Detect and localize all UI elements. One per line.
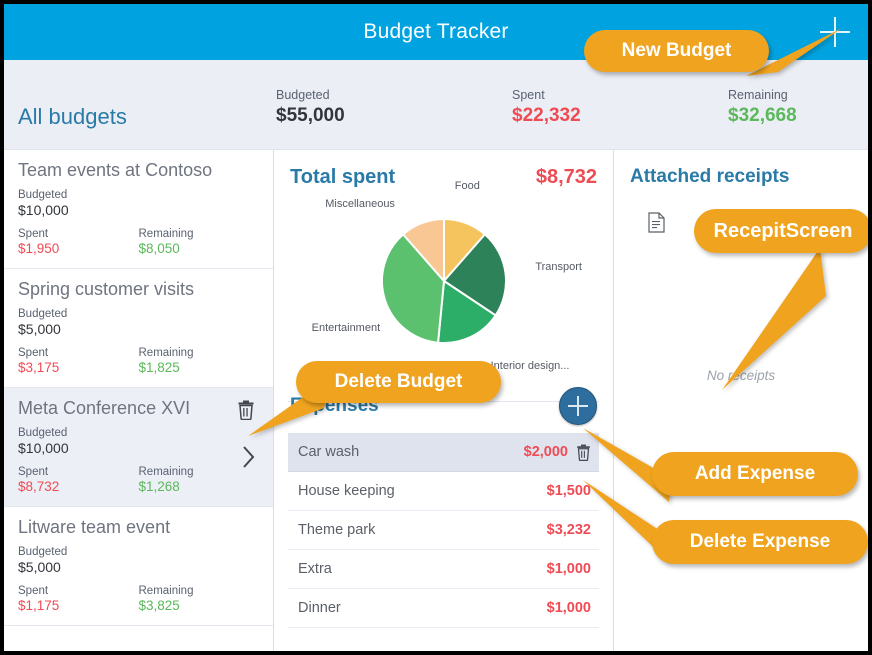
expense-name: Theme park xyxy=(298,522,376,538)
summary-budgeted: Budgeted $55,000 xyxy=(276,88,345,127)
budget-card-spent-value: $1,950 xyxy=(18,241,60,256)
budget-card[interactable]: Team events at Contoso Budgeted $10,000 … xyxy=(4,150,273,269)
receipts-header: Attached receipts xyxy=(614,150,868,188)
expense-name: Car wash xyxy=(298,444,360,460)
summary-spent: Spent $22,332 xyxy=(512,88,581,127)
budget-card-figures: Spent $1,175 Remaining $3,825 xyxy=(18,585,259,613)
receipts-title: Attached receipts xyxy=(630,166,790,187)
summary-remaining-label: Remaining xyxy=(728,88,788,102)
total-spent-header: Total spent $8,732 xyxy=(274,150,613,189)
budget-list-panel: Team events at Contoso Budgeted $10,000 … xyxy=(4,150,274,651)
budget-card-remaining-value: $1,268 xyxy=(138,479,180,494)
budget-card-spent: Spent $1,175 xyxy=(18,585,139,613)
summary-title: All budgets xyxy=(18,104,127,129)
budget-card-spent-label: Spent xyxy=(18,347,49,359)
summary-budgeted-label: Budgeted xyxy=(276,88,330,102)
callout-new-budget-label: New Budget xyxy=(621,40,732,61)
budget-card-budgeted-label: Budgeted xyxy=(18,427,68,439)
pie-label-food: Food xyxy=(454,179,480,192)
pie-label-transport: Transport xyxy=(535,261,582,274)
budget-card-name: Team events at Contoso xyxy=(18,160,213,180)
callout-delete-expense-label: Delete Expense xyxy=(689,531,831,552)
budget-card[interactable]: Spring customer visits Budgeted $5,000 S… xyxy=(4,269,273,388)
open-budget-chevron-right-icon[interactable] xyxy=(241,444,257,474)
budget-card-figures: Spent $1,950 Remaining $8,050 xyxy=(18,228,259,256)
budget-card-remaining: Remaining $1,825 xyxy=(139,347,260,375)
budget-card-budgeted-value: $5,000 xyxy=(18,559,61,575)
budget-card-remaining-label: Remaining xyxy=(138,228,194,240)
callout-new-budget: New Budget xyxy=(584,30,769,72)
total-spent-title: Total spent xyxy=(290,166,396,188)
budget-card-budgeted-value: $5,000 xyxy=(18,321,61,337)
budget-card-remaining-value: $8,050 xyxy=(138,241,180,256)
budget-card-spent-label: Spent xyxy=(18,585,49,597)
expense-pie-chart: Food Transport Interior design... Entert… xyxy=(274,180,613,372)
budget-tracker-app: Budget Tracker All budgets Budgeted $55,… xyxy=(0,0,872,655)
summary-budgeted-value: $55,000 xyxy=(276,105,345,126)
budget-card-spent: Spent $3,175 xyxy=(18,347,139,375)
budget-card-name: Litware team event xyxy=(18,517,171,537)
page-title: Budget Tracker xyxy=(363,20,509,43)
budget-card-spent-value: $1,175 xyxy=(18,598,60,613)
budget-card-spent-value: $3,175 xyxy=(18,360,60,375)
pie-label-miscellaneous: Miscellaneous xyxy=(325,197,395,210)
callout-tail-receipt-screen xyxy=(714,244,834,394)
budget-card-budgeted-label: Budgeted xyxy=(18,546,68,558)
expense-row[interactable]: Dinner $1,000 xyxy=(288,589,599,628)
budget-card-budgeted-value: $10,000 xyxy=(18,440,69,456)
expense-row[interactable]: House keeping $1,500 xyxy=(288,472,599,511)
budget-card-spent: Spent $8,732 xyxy=(18,466,139,494)
expense-name: Extra xyxy=(298,561,332,577)
document-icon[interactable] xyxy=(648,212,665,238)
budget-card-name: Spring customer visits xyxy=(18,279,195,299)
budget-card-remaining-label: Remaining xyxy=(138,347,194,359)
budget-card-spent-label: Spent xyxy=(18,466,49,478)
budget-card-budgeted-value: $10,000 xyxy=(18,202,69,218)
all-budgets-summary: All budgets Budgeted $55,000 Spent $22,3… xyxy=(4,60,868,150)
callout-delete-budget-label: Delete Budget xyxy=(334,371,463,392)
expense-row-right: $1,000 xyxy=(547,600,591,616)
callout-add-expense: Add Expense xyxy=(652,452,858,496)
budget-card-budgeted-label: Budgeted xyxy=(18,189,68,201)
expenses-list: Car wash $2,000 House keeping $1,500 The… xyxy=(274,433,613,628)
budget-card-figures: Spent $8,732 Remaining $1,268 xyxy=(18,466,259,494)
expense-row[interactable]: Theme park $3,232 xyxy=(288,511,599,550)
budget-card-name: Meta Conference XVI xyxy=(18,398,191,418)
summary-remaining: Remaining $32,668 xyxy=(728,88,797,127)
budget-card-remaining: Remaining $8,050 xyxy=(139,228,260,256)
budget-card-spent-label: Spent xyxy=(18,228,49,240)
pie-chart-svg xyxy=(381,217,507,344)
pie-label-entertainment: Entertainment xyxy=(311,322,381,335)
add-expense-button[interactable] xyxy=(559,387,597,425)
callout-delete-budget: Delete Budget xyxy=(296,361,501,403)
summary-spent-label: Spent xyxy=(512,88,545,102)
expense-row[interactable]: Extra $1,000 xyxy=(288,550,599,589)
expense-amount: $2,000 xyxy=(523,444,568,460)
budget-card-remaining-value: $1,825 xyxy=(138,360,180,375)
callout-receipt-screen: RecepitScreen xyxy=(694,209,868,253)
callout-receipt-screen-label: RecepitScreen xyxy=(713,219,853,242)
summary-spent-value: $22,332 xyxy=(512,105,581,126)
budget-card[interactable]: Litware team event Budgeted $5,000 Spent… xyxy=(4,507,273,626)
budget-card-remaining: Remaining $3,825 xyxy=(139,585,260,613)
summary-remaining-value: $32,668 xyxy=(728,105,797,126)
callout-delete-expense: Delete Expense xyxy=(652,520,868,564)
budget-card-budgeted-label: Budgeted xyxy=(18,308,68,320)
expense-name: House keeping xyxy=(298,483,395,499)
budget-card-spent: Spent $1,950 xyxy=(18,228,139,256)
budget-card-spent-value: $8,732 xyxy=(18,479,60,494)
budget-card-remaining-label: Remaining xyxy=(138,585,194,597)
total-spent-value: $8,732 xyxy=(535,166,597,188)
callout-add-expense-label: Add Expense xyxy=(694,463,816,484)
budget-card-figures: Spent $3,175 Remaining $1,825 xyxy=(18,347,259,375)
expense-name: Dinner xyxy=(298,600,341,616)
expense-amount: $1,000 xyxy=(546,600,591,616)
budget-card-selected[interactable]: Meta Conference XVI Budgeted $10,000 Spe… xyxy=(4,388,273,507)
pie-label-interior-design: Interior design... xyxy=(490,359,570,372)
budget-card-remaining-value: $3,825 xyxy=(138,598,180,613)
expense-row-selected[interactable]: Car wash $2,000 xyxy=(288,433,599,472)
